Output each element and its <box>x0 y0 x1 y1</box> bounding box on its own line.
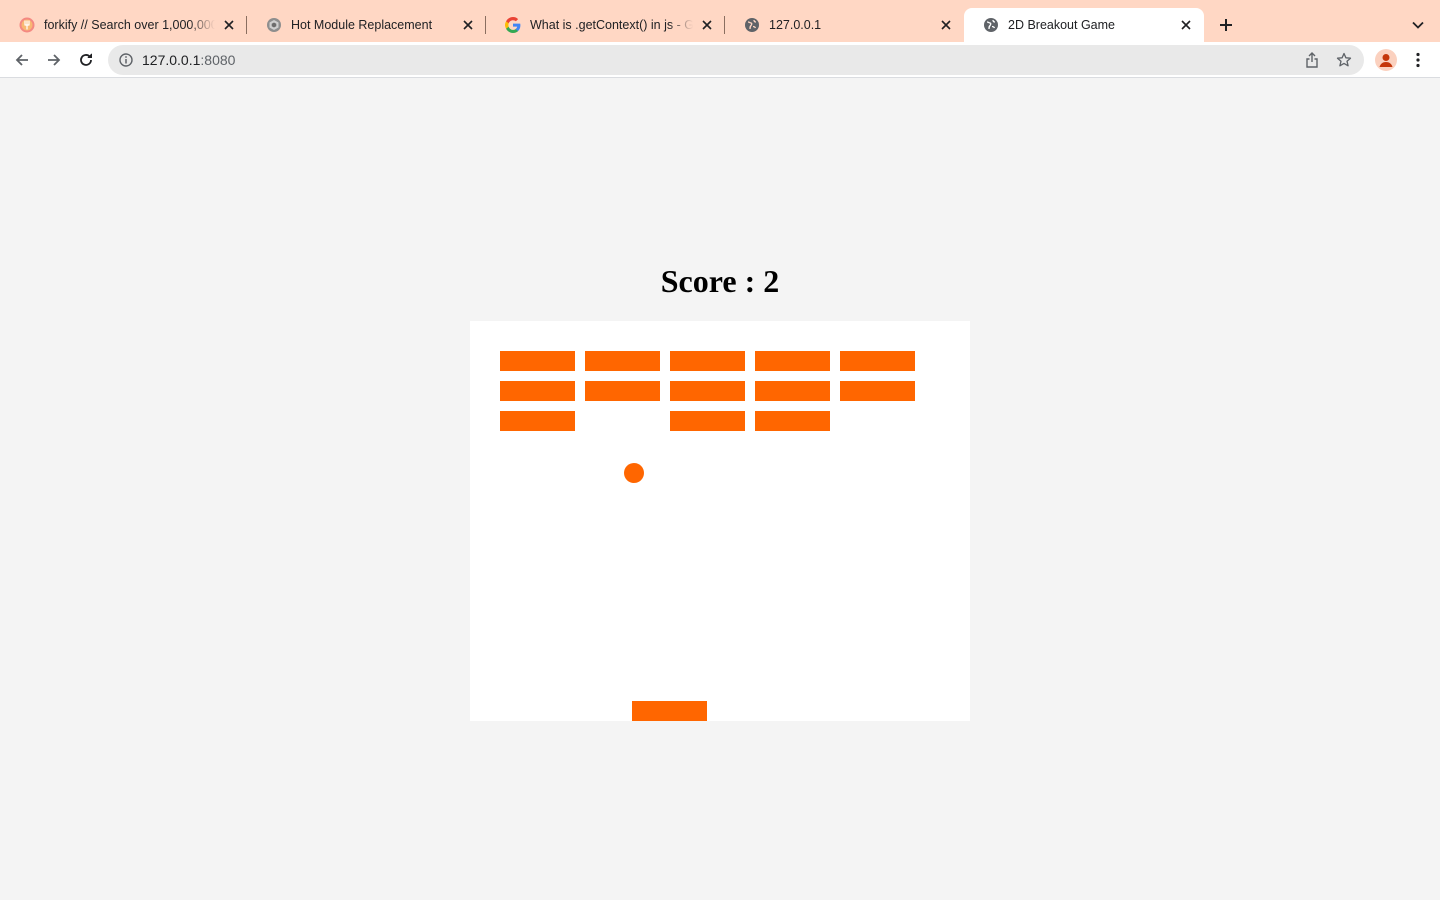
reload-button[interactable] <box>74 48 98 72</box>
game-canvas[interactable] <box>470 321 970 721</box>
new-tab-button[interactable] <box>1214 13 1238 37</box>
brick <box>585 381 660 401</box>
url-port: :8080 <box>200 52 236 68</box>
score-display: Score : 2 <box>660 263 780 299</box>
plus-icon <box>1220 19 1232 31</box>
google-icon <box>505 17 521 33</box>
brick <box>755 381 830 401</box>
tab-title: 2D Breakout Game <box>1008 18 1115 32</box>
tab-search-button[interactable] <box>1406 13 1430 37</box>
url-host: 127.0.0.1 <box>142 52 201 68</box>
tab-title: 127.0.0.1 <box>769 18 822 32</box>
arrow-left-icon <box>15 54 28 66</box>
webpack-icon <box>266 17 282 33</box>
tab-strip: forkify // Search over 1,000,000 recipes… <box>0 0 1440 42</box>
close-tab-icon[interactable] <box>1178 17 1194 33</box>
tab-breakout-game[interactable]: 2D Breakout Game <box>964 8 1204 42</box>
brick <box>500 411 575 431</box>
brick <box>585 351 660 371</box>
close-tab-icon[interactable] <box>699 17 715 33</box>
brick <box>670 411 745 431</box>
kebab-menu-icon <box>1416 52 1420 68</box>
chevron-down-icon <box>1412 21 1424 29</box>
forward-button[interactable] <box>42 48 66 72</box>
back-button[interactable] <box>10 48 34 72</box>
close-tab-icon[interactable] <box>460 17 476 33</box>
address-bar[interactable]: 127.0.0.1:8080 <box>108 45 1364 75</box>
bookmark-star-icon[interactable] <box>1336 52 1352 68</box>
tab-title: forkify // Search over 1,000,000 recipes <box>44 18 215 32</box>
forkify-icon <box>19 17 35 33</box>
close-tab-icon[interactable] <box>221 17 237 33</box>
url-text[interactable]: 127.0.0.1:8080 <box>142 52 235 68</box>
tab-google-search[interactable]: What is .getContext() in js - Google Sea… <box>486 8 725 42</box>
brick <box>840 381 915 401</box>
brick <box>500 381 575 401</box>
close-tab-icon[interactable] <box>938 17 954 33</box>
brick <box>755 411 830 431</box>
site-info-icon[interactable] <box>118 52 134 68</box>
brick <box>840 351 915 371</box>
globe-icon <box>744 17 760 33</box>
ball <box>624 463 644 483</box>
brick <box>670 381 745 401</box>
profile-avatar[interactable] <box>1375 49 1397 71</box>
paddle[interactable] <box>632 701 707 721</box>
browser-menu-button[interactable] <box>1410 48 1426 72</box>
brick <box>670 351 745 371</box>
brick <box>755 351 830 371</box>
tab-forkify[interactable]: forkify // Search over 1,000,000 recipes <box>0 8 247 42</box>
tab-localhost[interactable]: 127.0.0.1 <box>725 8 964 42</box>
browser-toolbar: 127.0.0.1:8080 <box>0 42 1440 78</box>
tab-title: Hot Module Replacement <box>291 18 433 32</box>
arrow-right-icon <box>48 54 61 66</box>
globe-icon <box>983 17 999 33</box>
person-icon <box>1379 54 1393 67</box>
brick <box>500 351 575 371</box>
share-icon[interactable] <box>1304 52 1320 68</box>
tab-hot-module-replacement[interactable]: Hot Module Replacement <box>247 8 486 42</box>
reload-icon <box>80 53 92 66</box>
tab-title: What is .getContext() in js - Google Sea… <box>530 18 693 32</box>
